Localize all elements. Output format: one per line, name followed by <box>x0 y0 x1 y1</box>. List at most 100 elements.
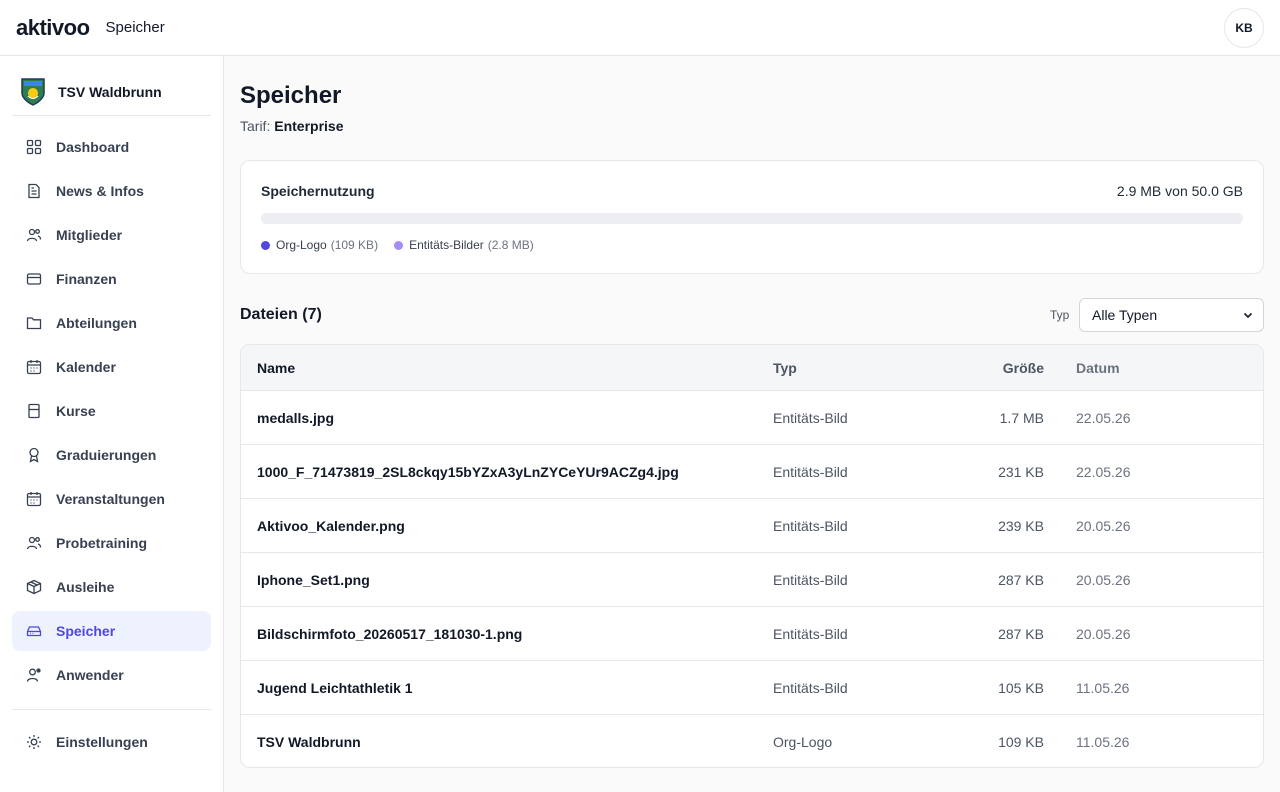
hard-drive-icon <box>26 623 42 639</box>
type-filter-value: Alle Typen <box>1092 307 1158 323</box>
sidebar-item-label: Speicher <box>56 623 116 639</box>
main-content: Speicher Tarif: Enterprise Speichernutzu… <box>224 56 1280 792</box>
type-filter-label: Typ <box>1050 308 1070 322</box>
file-date: 20.05.26 <box>1076 626 1131 642</box>
usage-label: Speichernutzung <box>261 183 375 199</box>
legend-dot <box>261 240 270 250</box>
sidebar-item-finanzen[interactable]: Finanzen <box>12 259 211 299</box>
calendar-icon <box>26 491 42 507</box>
table-row[interactable]: medalls.jpg Entitäts-Bild 1.7 MB 22.05.2… <box>241 391 1263 445</box>
file-size: 239 KB <box>998 518 1044 534</box>
org-crest-icon <box>21 77 45 106</box>
app-logo[interactable]: aktivoo <box>16 15 90 41</box>
users-icon <box>26 227 42 243</box>
table-header: Name Typ Größe Datum <box>241 345 1263 391</box>
file-name: Jugend Leichtathletik 1 <box>257 680 413 696</box>
sidebar-item-label: Graduierungen <box>56 447 157 463</box>
grid-icon <box>26 139 42 155</box>
legend-label: Org-Logo <box>276 238 327 252</box>
chevron-down-icon <box>1243 312 1253 319</box>
file-date: 20.05.26 <box>1076 572 1131 588</box>
user-cog-icon <box>26 667 42 683</box>
sidebar-item-speicher[interactable]: Speicher <box>12 611 211 651</box>
plan-info: Tarif: Enterprise <box>240 118 343 134</box>
sidebar-item-label: Einstellungen <box>56 734 148 750</box>
file-type: Entitäts-Bild <box>773 518 848 534</box>
sidebar-item-veranstaltungen[interactable]: Veranstaltungen <box>12 479 211 519</box>
page-title: Speicher <box>240 82 342 109</box>
sidebar-item-einstellungen[interactable]: Einstellungen <box>12 722 211 762</box>
column-header-name[interactable]: Name <box>257 360 295 376</box>
top-bar: aktivoo Speicher KB <box>0 0 1280 56</box>
sidebar-item-anwender[interactable]: Anwender <box>12 655 211 695</box>
column-header-typ[interactable]: Typ <box>773 360 797 376</box>
credit-card-icon <box>26 271 42 287</box>
sidebar-item-ausleihe[interactable]: Ausleihe <box>12 567 211 607</box>
sidebar-item-label: Ausleihe <box>56 579 115 595</box>
user-avatar[interactable]: KB <box>1224 8 1264 48</box>
file-name: Aktivoo_Kalender.png <box>257 518 405 534</box>
sidebar-item-label: Kurse <box>56 403 96 419</box>
sidebar-item-news[interactable]: News & Infos <box>12 171 211 211</box>
legend-size: (2.8 MB) <box>487 238 534 252</box>
sidebar-item-label: Dashboard <box>56 139 130 155</box>
file-size: 231 KB <box>998 464 1044 480</box>
file-date: 22.05.26 <box>1076 410 1131 426</box>
sidebar-item-label: Veranstaltungen <box>56 491 165 507</box>
sidebar-item-label: Mitglieder <box>56 227 123 243</box>
file-size: 109 KB <box>998 734 1044 750</box>
file-date: 22.05.26 <box>1076 464 1131 480</box>
sidebar-divider <box>12 709 211 710</box>
usage-progress-bar <box>261 213 1243 224</box>
sidebar-settings-group: Einstellungen <box>12 722 211 766</box>
sidebar-item-label: Abteilungen <box>56 315 137 331</box>
legend-size: (109 KB) <box>330 238 379 252</box>
file-type: Entitäts-Bild <box>773 626 848 642</box>
org-name: TSV Waldbrunn <box>58 83 162 100</box>
file-name: 1000_F_71473819_2SL8ckqy15bYZxA3yLnZYCeY… <box>257 464 679 480</box>
sidebar-item-kalender[interactable]: Kalender <box>12 347 211 387</box>
sidebar-nav: Dashboard News & Infos Mitglieder Finanz… <box>12 127 211 699</box>
book-icon <box>26 403 42 419</box>
storage-usage-card: Speichernutzung 2.9 MB von 50.0 GB Org-L… <box>240 160 1264 274</box>
sidebar-item-label: Anwender <box>56 667 124 683</box>
users-icon <box>26 535 42 551</box>
column-header-date[interactable]: Datum <box>1076 360 1120 376</box>
file-date: 20.05.26 <box>1076 518 1131 534</box>
table-row[interactable]: Jugend Leichtathletik 1 Entitäts-Bild 10… <box>241 661 1263 715</box>
sidebar-item-label: Probetraining <box>56 535 148 551</box>
file-name: Iphone_Set1.png <box>257 572 370 588</box>
sidebar-item-abteilungen[interactable]: Abteilungen <box>12 303 211 343</box>
file-name: Bildschirmfoto_20260517_181030-1.png <box>257 626 523 642</box>
sidebar-item-label: News & Infos <box>56 183 144 199</box>
type-filter-select[interactable]: Alle Typen <box>1079 298 1264 332</box>
file-size: 287 KB <box>998 572 1044 588</box>
column-header-size[interactable]: Größe <box>1003 360 1044 376</box>
file-date: 11.05.26 <box>1076 680 1130 696</box>
file-size: 287 KB <box>998 626 1044 642</box>
table-row[interactable]: Bildschirmfoto_20260517_181030-1.png Ent… <box>241 607 1263 661</box>
sidebar-item-dashboard[interactable]: Dashboard <box>12 127 211 167</box>
sidebar-item-graduierungen[interactable]: Graduierungen <box>12 435 211 475</box>
sidebar: TSV Waldbrunn Dashboard News & Infos Mit… <box>0 56 224 792</box>
legend-dot <box>394 240 404 250</box>
sidebar-item-probetraining[interactable]: Probetraining <box>12 523 211 563</box>
file-name: medalls.jpg <box>257 410 335 426</box>
org-header[interactable]: TSV Waldbrunn <box>12 68 211 116</box>
legend-item-entity-images: Entitäts-Bilder (2.8 MB) <box>394 238 534 252</box>
plan-label: Tarif: <box>240 118 271 134</box>
file-size: 1.7 MB <box>999 410 1044 426</box>
calendar-icon <box>26 359 42 375</box>
usage-legend: Org-Logo (109 KB) Entitäts-Bilder (2.8 M… <box>261 238 550 252</box>
table-row[interactable]: Aktivoo_Kalender.png Entitäts-Bild 239 K… <box>241 499 1263 553</box>
top-bar-title: Speicher <box>105 19 165 36</box>
file-date: 11.05.26 <box>1076 734 1130 750</box>
award-icon <box>26 447 42 463</box>
sidebar-item-mitglieder[interactable]: Mitglieder <box>12 215 211 255</box>
files-title: Dateien (7) <box>240 306 322 323</box>
sidebar-item-kurse[interactable]: Kurse <box>12 391 211 431</box>
table-row[interactable]: 1000_F_71473819_2SL8ckqy15bYZxA3yLnZYCeY… <box>241 445 1263 499</box>
table-row[interactable]: TSV Waldbrunn Org-Logo 109 KB 11.05.26 <box>241 715 1263 767</box>
folder-icon <box>26 315 42 331</box>
table-row[interactable]: Iphone_Set1.png Entitäts-Bild 287 KB 20.… <box>241 553 1263 607</box>
